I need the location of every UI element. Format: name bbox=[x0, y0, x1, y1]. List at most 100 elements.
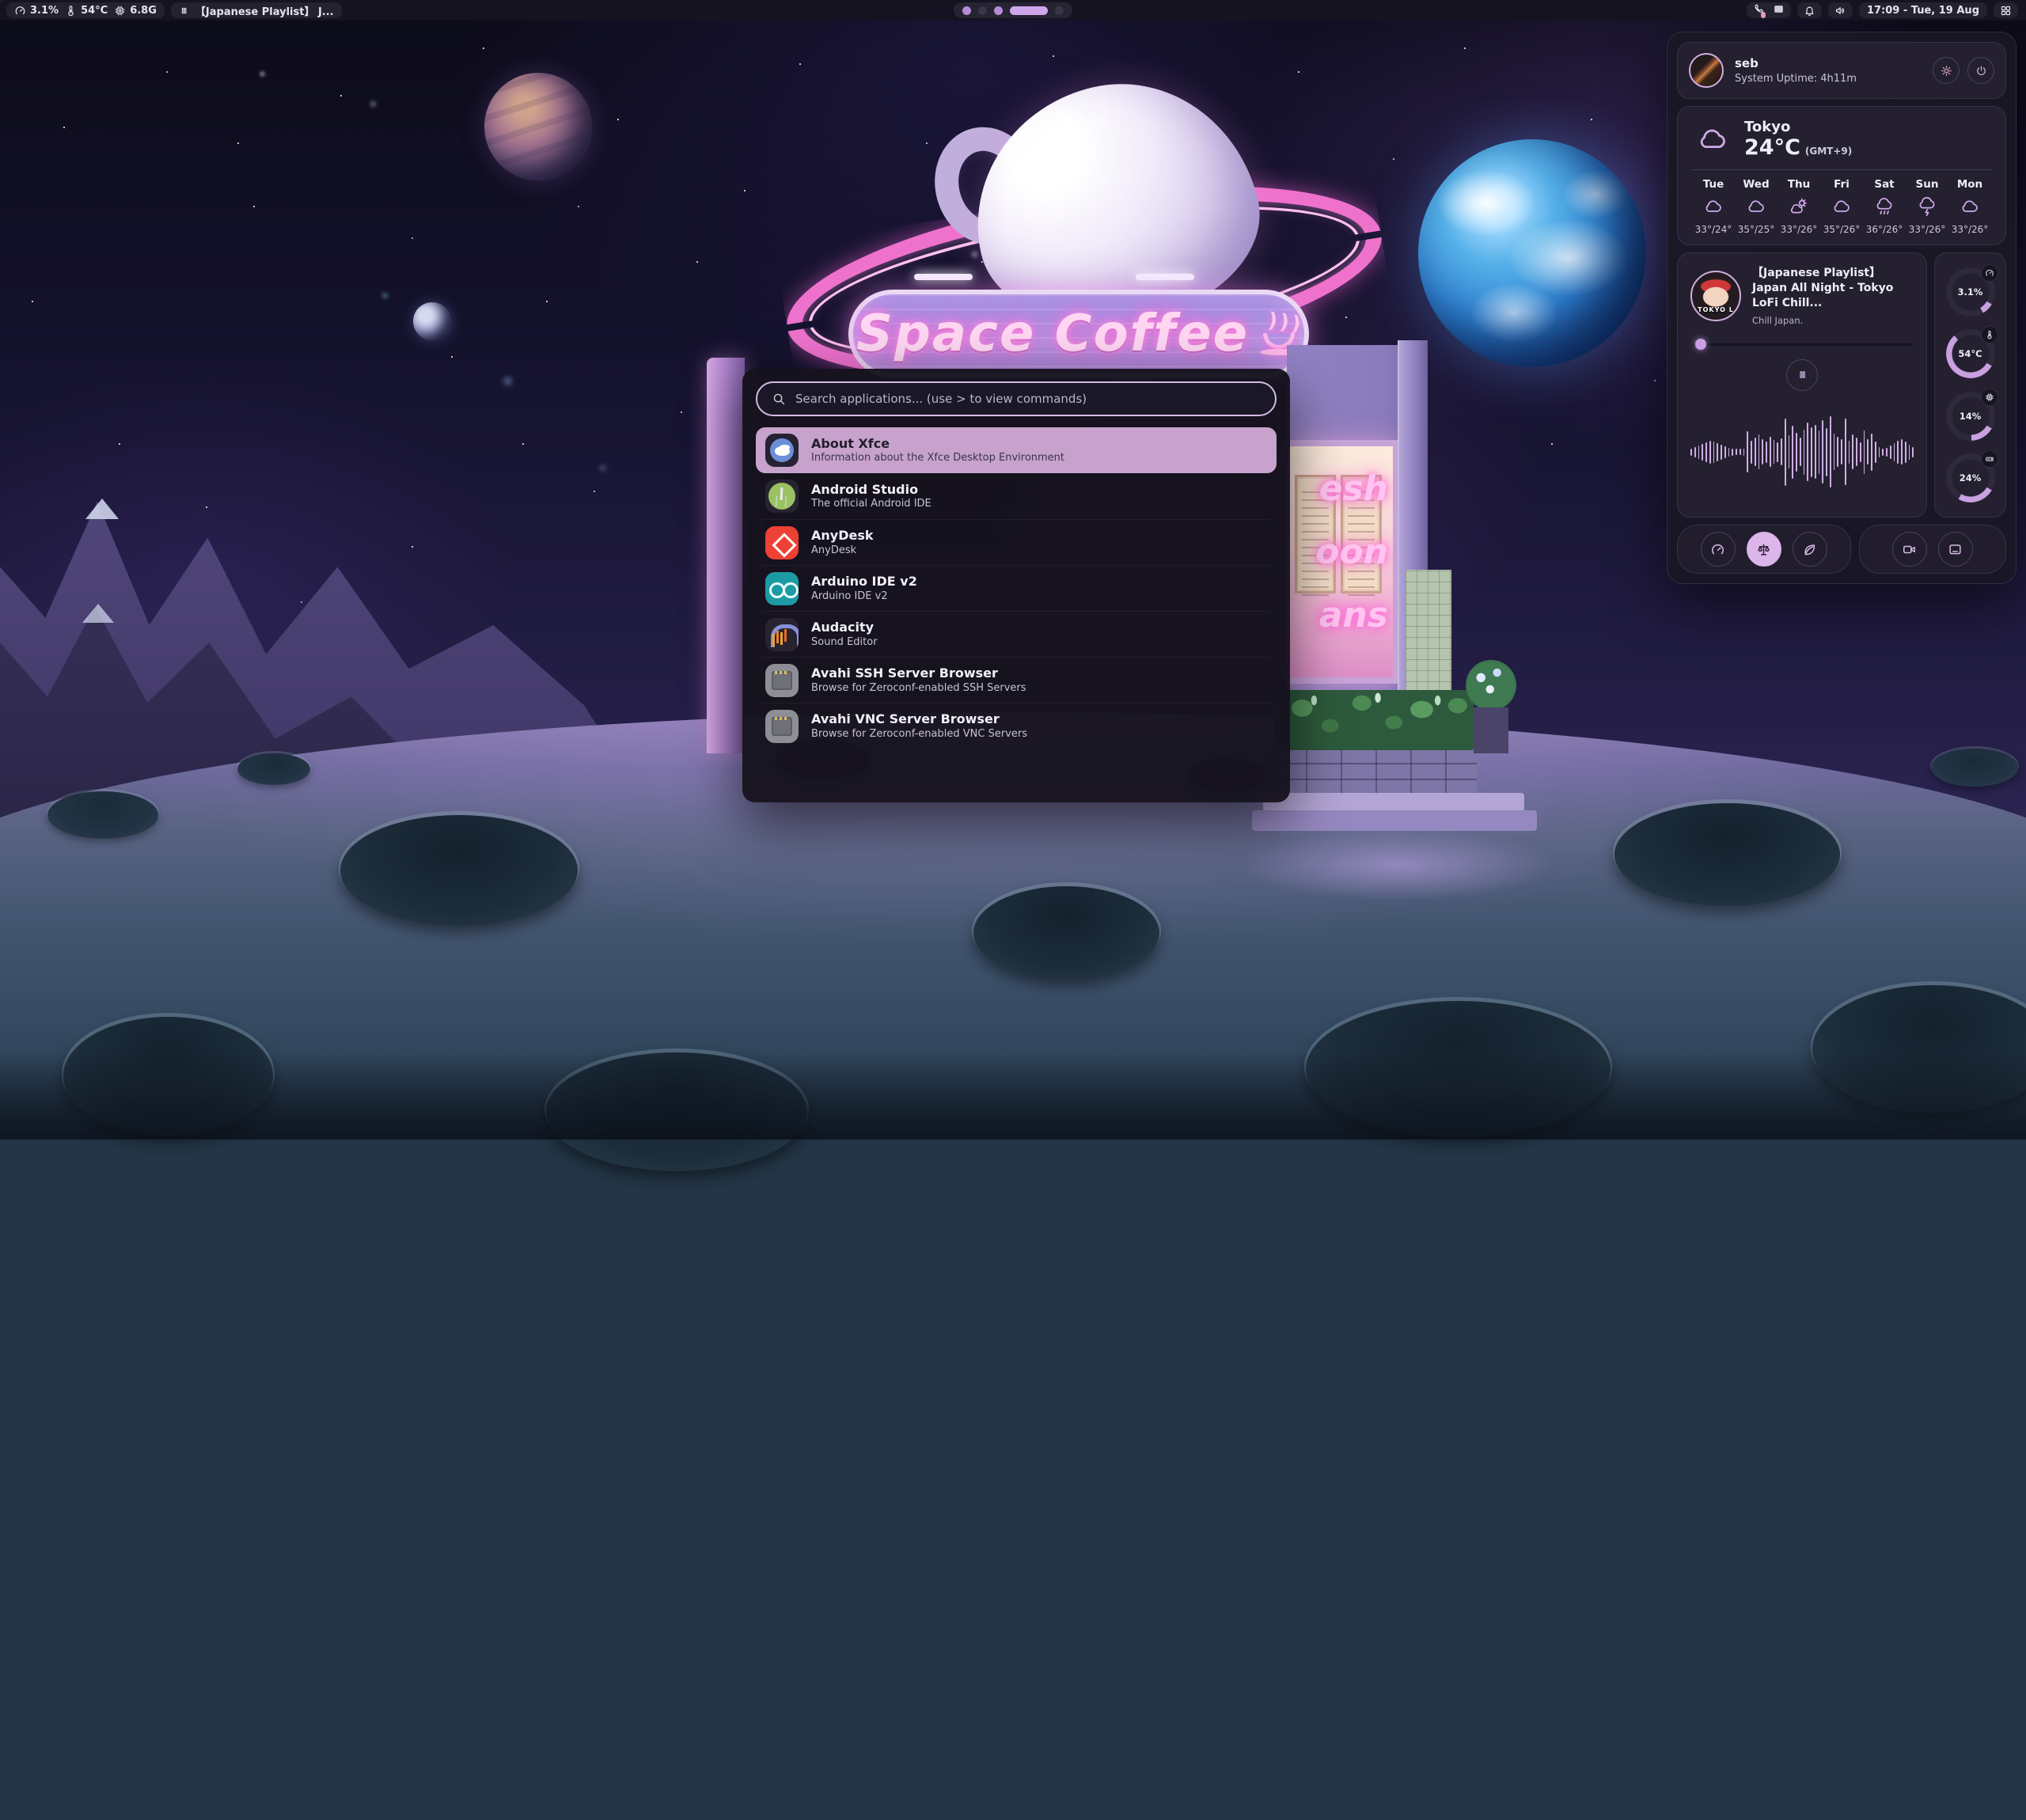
workspace-dot-1[interactable] bbox=[962, 6, 971, 15]
thermometer-icon bbox=[1981, 326, 1998, 343]
foreground-shadow bbox=[0, 1052, 2026, 1139]
gauge-icon bbox=[1710, 542, 1725, 557]
workspace-dot-3[interactable] bbox=[994, 6, 1003, 15]
app-row-audacity[interactable]: Audacity Sound Editor bbox=[756, 611, 1277, 657]
avatar[interactable] bbox=[1689, 53, 1724, 88]
forecast-day: Thu 33°/26° bbox=[1777, 178, 1820, 235]
app-grid-button[interactable] bbox=[1994, 2, 2018, 18]
weather-temp: 24°C bbox=[1744, 135, 1800, 160]
disk-gauge: 24% bbox=[1946, 453, 1995, 502]
user-card: seb System Uptime: 4h11m bbox=[1677, 42, 2006, 99]
app-row-avahi-vnc[interactable]: Avahi VNC Server Browser Browse for Zero… bbox=[756, 703, 1277, 749]
hedge bbox=[1274, 690, 1474, 755]
forecast-day: Wed 35°/25° bbox=[1735, 178, 1777, 235]
phone-tray-button[interactable] bbox=[1753, 3, 1765, 18]
thermometer-icon bbox=[65, 5, 77, 17]
weather-timezone: (GMT+9) bbox=[1805, 146, 1852, 157]
crater bbox=[237, 753, 310, 785]
workspace-dot-4[interactable] bbox=[1010, 6, 1048, 15]
app-list: About Xfce Information about the Xfce De… bbox=[756, 427, 1277, 749]
pause-icon bbox=[1796, 369, 1808, 381]
performance-mode-button[interactable] bbox=[1701, 532, 1736, 567]
cafe-window: esh oon ans bbox=[1288, 440, 1399, 684]
search-placeholder: Search applications... (use > to view co… bbox=[795, 392, 1087, 406]
audio-visualizer bbox=[1690, 396, 1914, 509]
powersave-mode-button[interactable] bbox=[1793, 532, 1827, 567]
cloud-icon bbox=[1831, 196, 1852, 217]
window-neon-text: oon bbox=[1315, 532, 1388, 572]
app-row-arduino[interactable]: Arduino IDE v2 Arduino IDE v2 bbox=[756, 565, 1277, 611]
screenshot-button[interactable] bbox=[1938, 532, 1973, 567]
cloud-icon bbox=[1703, 196, 1724, 217]
crater bbox=[1614, 803, 1840, 906]
planet bbox=[484, 73, 592, 180]
clock[interactable]: 17:09 - Tue, 19 Aug bbox=[1859, 2, 1987, 18]
app-row-android-studio[interactable]: Android Studio The official Android IDE bbox=[756, 473, 1277, 519]
avahi-vnc-app-icon bbox=[765, 710, 799, 743]
workspace-indicator[interactable] bbox=[954, 2, 1072, 18]
track-title: 【Japanese Playlist】 Japan All Night - To… bbox=[1752, 266, 1914, 311]
music-player-card: TOKYO L 【Japanese Playlist】 Japan All Ni… bbox=[1677, 252, 1927, 518]
volume-button[interactable] bbox=[1828, 2, 1853, 18]
settings-button[interactable] bbox=[1933, 57, 1960, 84]
slider-thumb[interactable] bbox=[1695, 339, 1706, 350]
light-path bbox=[1239, 829, 1556, 901]
arduino-app-icon bbox=[765, 572, 799, 605]
gauge-icon bbox=[14, 5, 26, 17]
forecast-day: Tue 33°/24° bbox=[1692, 178, 1735, 235]
seek-slider[interactable] bbox=[1692, 339, 1912, 350]
balanced-mode-button[interactable] bbox=[1747, 532, 1781, 567]
weather-card: Tokyo 24°C(GMT+9) Tue 33°/24° Wed 35°/25… bbox=[1677, 106, 2006, 245]
window-neon-text: esh bbox=[1319, 468, 1388, 509]
widget-panel: seb System Uptime: 4h11m Tokyo 24°C(GMT+… bbox=[1667, 32, 2017, 584]
play-pause-button[interactable] bbox=[1786, 359, 1818, 391]
app-row-anydesk[interactable]: AnyDesk AnyDesk bbox=[756, 519, 1277, 565]
top-bar: 3.1% 54°C 6.8G 【Japanese Playlist】 J... … bbox=[0, 0, 2026, 21]
brick-planter bbox=[1271, 750, 1477, 796]
album-art[interactable]: TOKYO L bbox=[1690, 271, 1741, 321]
power-icon bbox=[1975, 65, 1987, 77]
storm-icon bbox=[1917, 196, 1937, 217]
temperature-stat: 54°C bbox=[65, 5, 108, 17]
notifications-button[interactable] bbox=[1797, 2, 1822, 18]
forecast-day: Sat 36°/26° bbox=[1863, 178, 1906, 235]
workspace-dot-5[interactable] bbox=[1055, 6, 1064, 15]
steps bbox=[1252, 810, 1537, 831]
leaf-icon bbox=[1802, 542, 1817, 557]
system-stats[interactable]: 3.1% 54°C 6.8G bbox=[6, 2, 165, 18]
pause-icon[interactable] bbox=[179, 6, 189, 16]
forecast-day: Fri 35°/26° bbox=[1820, 178, 1863, 235]
wallpaper-tray-button[interactable] bbox=[1773, 3, 1785, 18]
app-row-avahi-ssh[interactable]: Avahi SSH Server Browser Browse for Zero… bbox=[756, 657, 1277, 703]
crater bbox=[1931, 749, 2018, 787]
sign-lamp bbox=[1136, 274, 1194, 280]
gauge-icon bbox=[1981, 264, 1998, 282]
xfce-app-icon bbox=[765, 434, 799, 467]
app-row-about-xfce[interactable]: About Xfce Information about the Xfce De… bbox=[756, 427, 1277, 473]
memory-gauge: 14% bbox=[1946, 392, 1995, 441]
search-icon bbox=[772, 392, 786, 406]
disk-icon bbox=[1981, 450, 1998, 468]
chip-icon bbox=[114, 5, 126, 17]
now-playing-pill[interactable]: 【Japanese Playlist】 J... bbox=[171, 2, 342, 18]
clock-text: 17:09 - Tue, 19 Aug bbox=[1867, 5, 1979, 17]
camera-icon bbox=[1902, 542, 1917, 557]
space-coffee-neon-sign: Space Coffee ))) bbox=[848, 290, 1309, 378]
temp-gauge: 54°C bbox=[1946, 329, 1995, 378]
chip-icon bbox=[1981, 389, 1998, 406]
cloud-icon bbox=[1746, 196, 1766, 217]
power-profile-group bbox=[1677, 525, 1851, 574]
search-input[interactable]: Search applications... (use > to view co… bbox=[756, 381, 1277, 416]
earth-planet bbox=[1418, 139, 1646, 367]
sun-cloud-icon bbox=[1789, 196, 1809, 217]
workspace-dot-2[interactable] bbox=[978, 6, 987, 15]
screen-record-button[interactable] bbox=[1892, 532, 1927, 567]
power-button[interactable] bbox=[1967, 57, 1994, 84]
flower-pot bbox=[1466, 660, 1516, 755]
track-subtitle: Chill Japan. bbox=[1752, 315, 1914, 326]
screenshot-icon bbox=[1948, 542, 1963, 557]
cpu-gauge: 3.1% bbox=[1946, 267, 1995, 317]
crater bbox=[47, 791, 158, 839]
memory-stat: 6.8G bbox=[114, 5, 157, 17]
system-gauges: 3.1% 54°C 14% 24% bbox=[1934, 252, 2006, 518]
